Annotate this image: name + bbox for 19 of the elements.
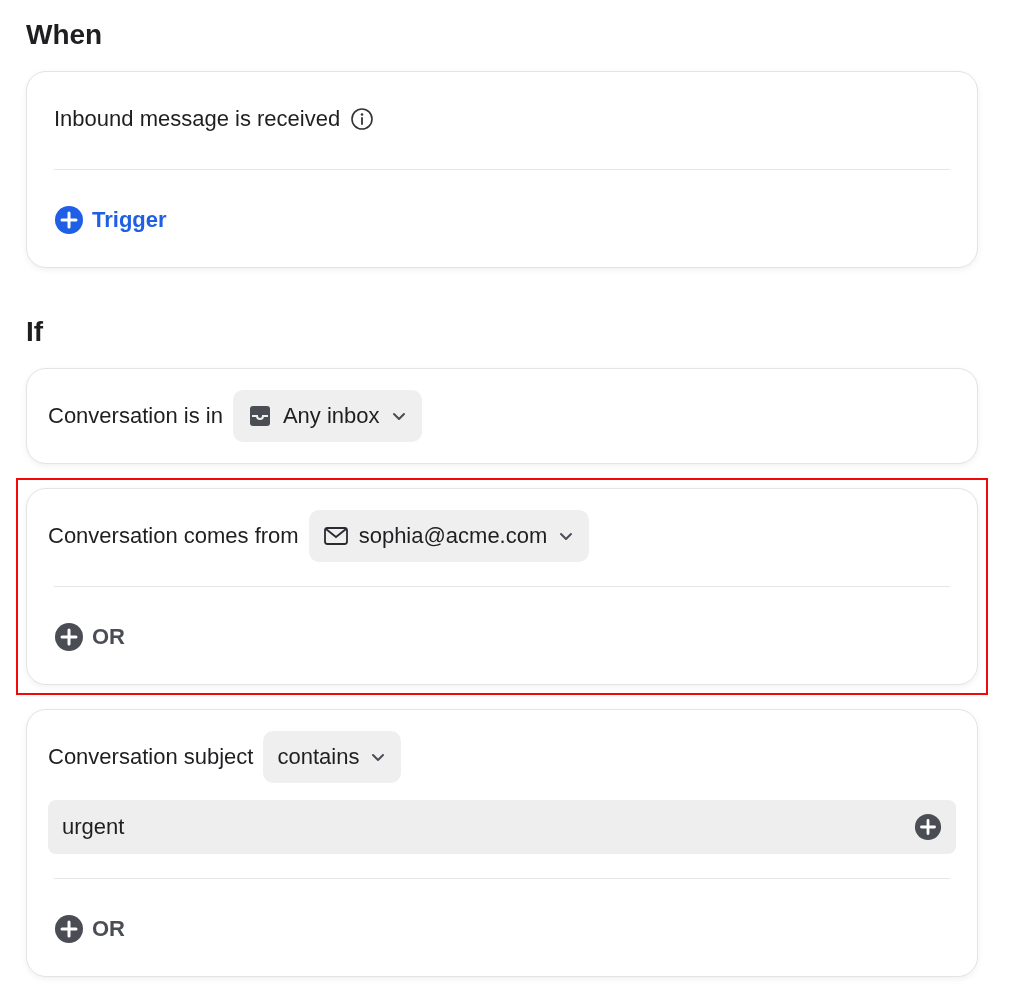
plus-icon [54,205,84,235]
plus-icon [54,622,84,652]
condition-dropdown[interactable]: Any inbox [232,390,422,442]
section-heading: If [26,315,45,349]
add-or-button[interactable]: OR [54,914,125,944]
condition-label: Conversation is in [48,403,223,429]
add-or-button[interactable]: OR [54,622,125,652]
condition-label: Conversation comes from [48,523,299,549]
condition-dropdown[interactable]: sophia@acme.com [308,510,590,562]
condition-dropdown[interactable]: contains [263,731,402,783]
mail-icon [322,526,349,546]
info-icon [350,107,375,131]
add-icon [914,813,942,841]
subject-input-field[interactable]: urgent [48,800,956,854]
condition-label: Conversation subject [48,744,254,770]
plus-icon [54,914,84,944]
section-heading: When [26,18,104,52]
add-trigger-button[interactable]: Trigger [54,205,167,235]
trigger-text: Inbound message is received [54,106,341,132]
